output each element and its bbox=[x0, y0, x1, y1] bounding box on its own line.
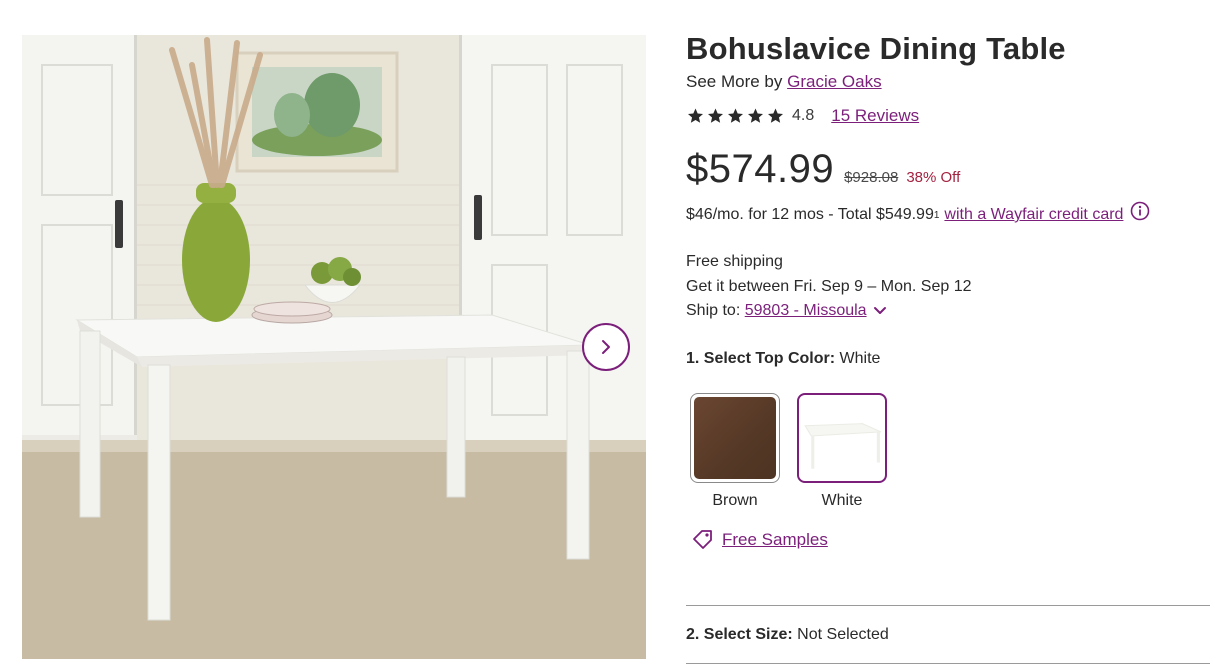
swatch-white-box[interactable] bbox=[797, 392, 887, 483]
swatch-white-fill bbox=[801, 396, 883, 479]
ship-to-row: Ship to: 59803 - Missoula bbox=[686, 299, 1210, 324]
swatch-brown[interactable]: Brown bbox=[690, 392, 780, 510]
swatch-brown-fill bbox=[694, 396, 776, 479]
chevron-right-icon bbox=[602, 340, 610, 354]
rating-stars bbox=[686, 107, 785, 125]
discount-badge: 38% Off bbox=[906, 169, 961, 186]
reviews-link[interactable]: 15 Reviews bbox=[831, 106, 919, 126]
brand-link[interactable]: Gracie Oaks bbox=[787, 72, 881, 91]
original-price: $928.08 bbox=[844, 169, 899, 186]
divider bbox=[686, 605, 1210, 606]
swatch-label: White bbox=[821, 491, 863, 509]
star-icon bbox=[728, 108, 743, 123]
size-option-label: 2. Select Size: bbox=[686, 626, 793, 643]
product-info-panel: Bohuslavice Dining Table See More by Gra… bbox=[686, 30, 1210, 550]
ship-to-location-dropdown[interactable]: 59803 - Missoula bbox=[745, 299, 887, 324]
product-image-gallery[interactable] bbox=[22, 35, 646, 659]
price-row: $574.99 $928.08 38% Off bbox=[686, 147, 1210, 192]
ship-to-location[interactable]: 59803 - Missoula bbox=[745, 299, 867, 324]
tag-icon bbox=[693, 529, 712, 549]
financing-footnote: 1 bbox=[933, 209, 940, 221]
color-option-value: White bbox=[839, 349, 881, 367]
see-more-by: See More by Gracie Oaks bbox=[686, 71, 1210, 93]
color-option-label: 1. Select Top Color: bbox=[686, 349, 836, 367]
size-option-value: Not Selected bbox=[797, 626, 889, 643]
free-samples-link[interactable]: Free Samples bbox=[722, 530, 828, 550]
select-color-label: 1. Select Top Color: White bbox=[686, 350, 1210, 368]
rating-value: 4.8 bbox=[792, 107, 815, 124]
ship-to-label: Ship to: bbox=[686, 302, 741, 319]
product-title: Bohuslavice Dining Table bbox=[686, 31, 1066, 66]
rating-row: 4.8 15 Reviews bbox=[686, 106, 1210, 126]
free-shipping-text: Free shipping bbox=[686, 253, 783, 270]
star-icon bbox=[708, 108, 723, 123]
chevron-down-icon bbox=[873, 307, 886, 315]
swatch-label: Brown bbox=[712, 491, 758, 509]
sale-price: $574.99 bbox=[686, 147, 835, 191]
star-icon bbox=[768, 108, 783, 123]
next-image-button[interactable] bbox=[582, 323, 630, 371]
shipping-info: Free shipping Get it between Fri. Sep 9 … bbox=[686, 250, 1210, 324]
product-image bbox=[22, 35, 646, 659]
financing-text: $46/mo. for 12 mos - Total $549.99 bbox=[686, 206, 934, 223]
star-icon bbox=[748, 108, 763, 123]
star-icon bbox=[688, 108, 703, 123]
swatch-white[interactable]: White bbox=[797, 392, 887, 510]
free-samples-row[interactable]: Free Samples bbox=[692, 530, 1210, 550]
info-icon[interactable] bbox=[1130, 201, 1150, 221]
color-swatches: Brown White bbox=[690, 392, 1210, 510]
see-more-prefix: See More by bbox=[686, 72, 783, 91]
financing-row: $46/mo. for 12 mos - Total $549.99 1 with… bbox=[686, 201, 1210, 224]
delivery-window: Get it between Fri. Sep 9 – Mon. Sep 12 bbox=[686, 277, 972, 295]
credit-card-link[interactable]: with a Wayfair credit card bbox=[944, 206, 1123, 224]
swatch-brown-box[interactable] bbox=[690, 392, 780, 483]
select-size-row[interactable]: 2. Select Size: Not Selected bbox=[686, 626, 889, 644]
